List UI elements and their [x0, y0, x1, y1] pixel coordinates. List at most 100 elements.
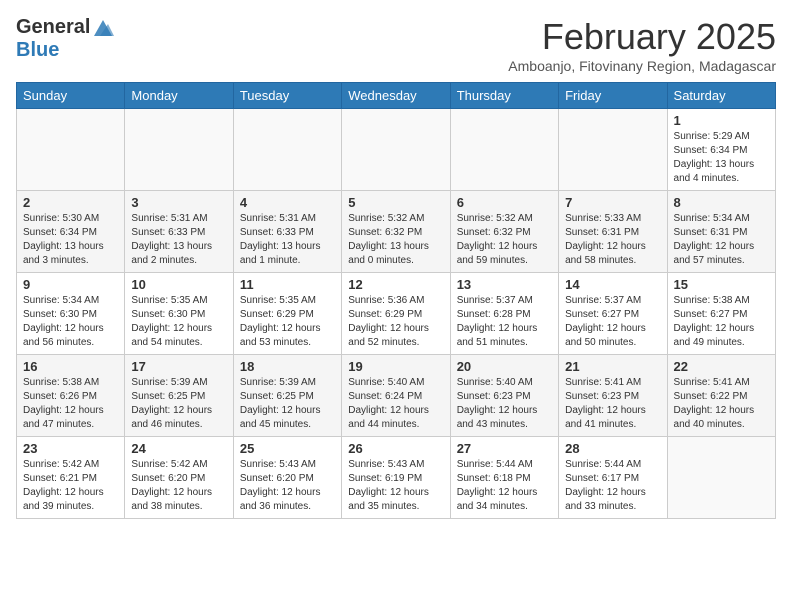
calendar-day-cell: 20 Sunrise: 5:40 AM Sunset: 6:23 PM Dayli… — [450, 355, 558, 437]
day-number: 4 — [240, 195, 335, 210]
calendar-day-cell: 11Sunrise: 5:35 AM Sunset: 6:29 PM Dayli… — [233, 273, 341, 355]
calendar-day-cell — [450, 109, 558, 191]
calendar-day-cell: 17Sunrise: 5:39 AM Sunset: 6:25 PM Dayli… — [125, 355, 233, 437]
day-info: Sunrise: 5:38 AM Sunset: 6:27 PM Dayligh… — [674, 294, 769, 350]
day-info: Sunrise: 5:32 AM Sunset: 6:32 PM Dayligh… — [348, 212, 443, 268]
calendar-week-row: 9 Sunrise: 5:34 AM Sunset: 6:30 PM Daylig… — [17, 273, 776, 355]
calendar-week-row: 2 Sunrise: 5:30 AM Sunset: 6:34 PM Daylig… — [17, 191, 776, 273]
day-number: 19 — [348, 359, 443, 374]
day-info: Sunrise: 5:37 AM Sunset: 6:27 PM Dayligh… — [565, 294, 660, 350]
calendar-day-cell: 12Sunrise: 5:36 AM Sunset: 6:29 PM Dayli… — [342, 273, 450, 355]
logo-icon — [92, 18, 114, 38]
day-info: Sunrise: 5:41 AM Sunset: 6:22 PM Dayligh… — [674, 376, 769, 432]
day-info: Sunrise: 5:34 AM Sunset: 6:31 PM Dayligh… — [674, 212, 769, 268]
calendar-day-cell — [17, 109, 125, 191]
day-number: 25 — [240, 441, 335, 456]
day-number: 21 — [565, 359, 660, 374]
day-info: Sunrise: 5:42 AM Sunset: 6:20 PM Dayligh… — [131, 458, 226, 514]
day-info: Sunrise: 5:34 AM Sunset: 6:30 PM Dayligh… — [23, 294, 118, 350]
day-number: 27 — [457, 441, 552, 456]
weekday-header: Tuesday — [233, 83, 341, 109]
day-info: Sunrise: 5:43 AM Sunset: 6:20 PM Dayligh… — [240, 458, 335, 514]
location-subtitle: Amboanjo, Fitovinany Region, Madagascar — [508, 58, 776, 74]
day-number: 16 — [23, 359, 118, 374]
day-info: Sunrise: 5:37 AM Sunset: 6:28 PM Dayligh… — [457, 294, 552, 350]
day-number: 9 — [23, 277, 118, 292]
weekday-header: Saturday — [667, 83, 775, 109]
calendar-day-cell: 26 Sunrise: 5:43 AM Sunset: 6:19 PM Dayli… — [342, 437, 450, 519]
calendar-day-cell: 15 Sunrise: 5:38 AM Sunset: 6:27 PM Dayli… — [667, 273, 775, 355]
calendar-day-cell: 27 Sunrise: 5:44 AM Sunset: 6:18 PM Dayli… — [450, 437, 558, 519]
day-number: 20 — [457, 359, 552, 374]
day-number: 22 — [674, 359, 769, 374]
calendar-day-cell: 22 Sunrise: 5:41 AM Sunset: 6:22 PM Dayli… — [667, 355, 775, 437]
calendar-week-row: 1 Sunrise: 5:29 AM Sunset: 6:34 PM Daylig… — [17, 109, 776, 191]
month-title: February 2025 — [508, 16, 776, 58]
weekday-header: Wednesday — [342, 83, 450, 109]
day-info: Sunrise: 5:32 AM Sunset: 6:32 PM Dayligh… — [457, 212, 552, 268]
title-area: February 2025 Amboanjo, Fitovinany Regio… — [508, 16, 776, 74]
calendar-day-cell: 7Sunrise: 5:33 AM Sunset: 6:31 PM Daylig… — [559, 191, 667, 273]
day-number: 5 — [348, 195, 443, 210]
day-number: 3 — [131, 195, 226, 210]
calendar-day-cell: 19 Sunrise: 5:40 AM Sunset: 6:24 PM Dayli… — [342, 355, 450, 437]
calendar-day-cell: 18 Sunrise: 5:39 AM Sunset: 6:25 PM Dayli… — [233, 355, 341, 437]
calendar-day-cell: 8 Sunrise: 5:34 AM Sunset: 6:31 PM Daylig… — [667, 191, 775, 273]
calendar-day-cell: 25 Sunrise: 5:43 AM Sunset: 6:20 PM Dayli… — [233, 437, 341, 519]
day-info: Sunrise: 5:39 AM Sunset: 6:25 PM Dayligh… — [131, 376, 226, 432]
day-info: Sunrise: 5:41 AM Sunset: 6:23 PM Dayligh… — [565, 376, 660, 432]
calendar-day-cell: 14Sunrise: 5:37 AM Sunset: 6:27 PM Dayli… — [559, 273, 667, 355]
calendar-day-cell — [559, 109, 667, 191]
calendar-day-cell: 10 Sunrise: 5:35 AM Sunset: 6:30 PM Dayli… — [125, 273, 233, 355]
day-info: Sunrise: 5:35 AM Sunset: 6:29 PM Dayligh… — [240, 294, 335, 350]
day-info: Sunrise: 5:42 AM Sunset: 6:21 PM Dayligh… — [23, 458, 118, 514]
calendar-day-cell: 23Sunrise: 5:42 AM Sunset: 6:21 PM Dayli… — [17, 437, 125, 519]
day-info: Sunrise: 5:39 AM Sunset: 6:25 PM Dayligh… — [240, 376, 335, 432]
day-number: 15 — [674, 277, 769, 292]
logo-blue-text: Blue — [16, 39, 59, 61]
calendar-day-cell — [125, 109, 233, 191]
weekday-header: Sunday — [17, 83, 125, 109]
day-number: 8 — [674, 195, 769, 210]
day-number: 10 — [131, 277, 226, 292]
calendar-day-cell: 24 Sunrise: 5:42 AM Sunset: 6:20 PM Dayli… — [125, 437, 233, 519]
day-number: 13 — [457, 277, 552, 292]
day-info: Sunrise: 5:30 AM Sunset: 6:34 PM Dayligh… — [23, 212, 118, 268]
calendar-day-cell — [342, 109, 450, 191]
day-info: Sunrise: 5:29 AM Sunset: 6:34 PM Dayligh… — [674, 130, 769, 186]
day-number: 28 — [565, 441, 660, 456]
day-info: Sunrise: 5:38 AM Sunset: 6:26 PM Dayligh… — [23, 376, 118, 432]
calendar-day-cell: 1 Sunrise: 5:29 AM Sunset: 6:34 PM Daylig… — [667, 109, 775, 191]
day-number: 6 — [457, 195, 552, 210]
day-info: Sunrise: 5:31 AM Sunset: 6:33 PM Dayligh… — [240, 212, 335, 268]
day-info: Sunrise: 5:35 AM Sunset: 6:30 PM Dayligh… — [131, 294, 226, 350]
calendar-week-row: 16 Sunrise: 5:38 AM Sunset: 6:26 PM Dayli… — [17, 355, 776, 437]
day-number: 12 — [348, 277, 443, 292]
calendar-day-cell: 13 Sunrise: 5:37 AM Sunset: 6:28 PM Dayli… — [450, 273, 558, 355]
calendar-day-cell: 2 Sunrise: 5:30 AM Sunset: 6:34 PM Daylig… — [17, 191, 125, 273]
day-number: 18 — [240, 359, 335, 374]
calendar-table: SundayMondayTuesdayWednesdayThursdayFrid… — [16, 82, 776, 519]
day-info: Sunrise: 5:31 AM Sunset: 6:33 PM Dayligh… — [131, 212, 226, 268]
calendar-day-cell: 3 Sunrise: 5:31 AM Sunset: 6:33 PM Daylig… — [125, 191, 233, 273]
day-info: Sunrise: 5:40 AM Sunset: 6:23 PM Dayligh… — [457, 376, 552, 432]
day-info: Sunrise: 5:40 AM Sunset: 6:24 PM Dayligh… — [348, 376, 443, 432]
calendar-day-cell: 6 Sunrise: 5:32 AM Sunset: 6:32 PM Daylig… — [450, 191, 558, 273]
calendar-day-cell — [667, 437, 775, 519]
day-info: Sunrise: 5:44 AM Sunset: 6:18 PM Dayligh… — [457, 458, 552, 514]
day-number: 2 — [23, 195, 118, 210]
day-number: 26 — [348, 441, 443, 456]
calendar-day-cell: 5 Sunrise: 5:32 AM Sunset: 6:32 PM Daylig… — [342, 191, 450, 273]
day-number: 1 — [674, 113, 769, 128]
calendar-day-cell: 21 Sunrise: 5:41 AM Sunset: 6:23 PM Dayli… — [559, 355, 667, 437]
day-number: 24 — [131, 441, 226, 456]
calendar-day-cell: 16 Sunrise: 5:38 AM Sunset: 6:26 PM Dayli… — [17, 355, 125, 437]
day-info: Sunrise: 5:44 AM Sunset: 6:17 PM Dayligh… — [565, 458, 660, 514]
day-info: Sunrise: 5:43 AM Sunset: 6:19 PM Dayligh… — [348, 458, 443, 514]
logo: General Blue — [16, 16, 114, 62]
logo-general-text: General — [16, 16, 90, 39]
weekday-header-row: SundayMondayTuesdayWednesdayThursdayFrid… — [17, 83, 776, 109]
calendar-day-cell: 4 Sunrise: 5:31 AM Sunset: 6:33 PM Daylig… — [233, 191, 341, 273]
calendar-week-row: 23Sunrise: 5:42 AM Sunset: 6:21 PM Dayli… — [17, 437, 776, 519]
calendar-day-cell: 28 Sunrise: 5:44 AM Sunset: 6:17 PM Dayli… — [559, 437, 667, 519]
